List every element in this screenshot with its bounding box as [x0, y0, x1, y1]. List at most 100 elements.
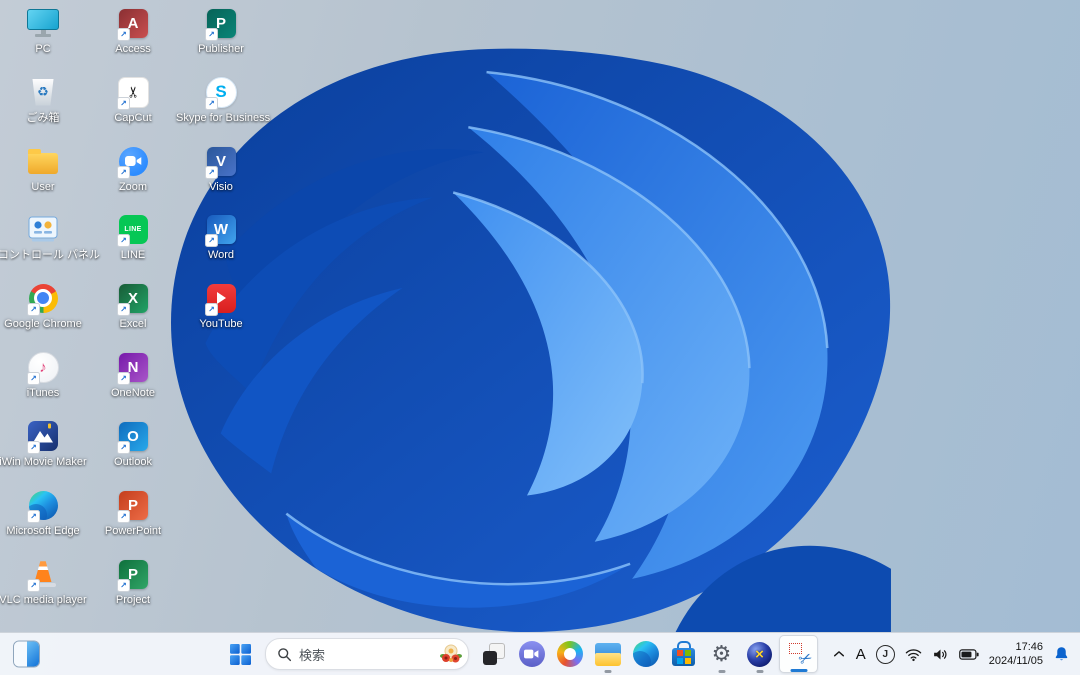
- shortcut-arrow-icon: ↗: [117, 579, 130, 592]
- wifi-icon[interactable]: [905, 647, 922, 662]
- search-box[interactable]: 検索: [265, 638, 469, 670]
- line-icon: LINE ↗: [88, 212, 178, 247]
- desktop-icon-visio[interactable]: V ↗ Visio: [176, 144, 266, 194]
- desktop-icon-itunes[interactable]: ♪ ↗ iTunes: [0, 350, 88, 400]
- taskbar-pinned-apps: ⚙ × ✂: [475, 634, 818, 674]
- recycle-bin-icon: ♻: [0, 75, 88, 109]
- taskbar-app-microsoft-store[interactable]: [665, 634, 702, 674]
- taskbar-app-microsoft-edge[interactable]: [627, 634, 664, 674]
- tray-overflow-chevron[interactable]: [832, 648, 846, 660]
- shortcut-arrow-icon: ↗: [205, 28, 218, 41]
- taskbar-app-chat[interactable]: [513, 634, 550, 674]
- shortcut-arrow-icon: ↗: [117, 441, 130, 454]
- desktop-icon-recycle-bin[interactable]: ♻ ごみ箱: [0, 75, 88, 125]
- desktop-icon-user-folder[interactable]: User: [0, 144, 88, 194]
- desktop-icon-label: Microsoft Edge: [6, 525, 80, 537]
- ime-mode-indicator[interactable]: A: [856, 646, 866, 663]
- user-folder-icon: [0, 144, 88, 178]
- desktop-icon-control-panel[interactable]: コントロール パネル: [0, 212, 101, 262]
- desktop-icon-win-movie-maker[interactable]: ↗ iWin Movie Maker: [0, 419, 88, 469]
- clock[interactable]: 17:46 2024/11/05: [989, 640, 1043, 669]
- shortcut-arrow-icon: ↗: [205, 97, 218, 110]
- desktop-icon-label: iTunes: [26, 387, 60, 399]
- pc-icon: [0, 6, 88, 40]
- system-tray: A J 17:46 2024/11/05: [832, 633, 1076, 675]
- widgets-button[interactable]: [13, 640, 40, 668]
- search-placeholder: 検索: [299, 647, 326, 663]
- desktop-icon-outlook[interactable]: O ↗ Outlook: [88, 419, 178, 469]
- publisher-icon: P ↗: [176, 6, 266, 41]
- access-icon: A ↗: [88, 6, 178, 41]
- shortcut-arrow-icon: ↗: [117, 166, 130, 179]
- taskbar-app-task-view[interactable]: [475, 634, 512, 674]
- desktop-icon-label: CapCut: [114, 112, 152, 124]
- shortcut-arrow-icon: ↗: [27, 441, 40, 454]
- desktop-icon-google-chrome[interactable]: ↗ Google Chrome: [0, 281, 88, 331]
- clock-time: 17:46: [1015, 640, 1043, 653]
- zoom-icon: ↗: [88, 144, 178, 179]
- shortcut-arrow-icon: ↗: [205, 303, 218, 316]
- desktop-icon-project[interactable]: P ↗ Project: [88, 557, 178, 607]
- desktop-icon-label: PowerPoint: [104, 525, 162, 537]
- shortcut-arrow-icon: ↗: [27, 579, 40, 592]
- desktop-icon-word[interactable]: W ↗ Word: [176, 212, 266, 262]
- desktop-icon-pc[interactable]: PC: [0, 6, 88, 56]
- taskbar-app-file-explorer[interactable]: [589, 634, 626, 674]
- desktop-icon-onenote[interactable]: N ↗ OneNote: [88, 350, 178, 400]
- google-chrome-icon: ↗: [0, 281, 88, 316]
- running-indicator: [604, 670, 611, 673]
- shortcut-arrow-icon: ↗: [205, 234, 218, 247]
- desktop-icon-label: Project: [115, 594, 151, 606]
- taskbar: 検索 ⚙ × ✂ A J 17:46 2024/11/05: [0, 632, 1080, 675]
- desktop-icon-label: YouTube: [199, 318, 243, 330]
- vlc-media-player-icon: ↗: [0, 557, 88, 592]
- desktop-icon-capcut[interactable]: ✂ ↗ CapCut: [88, 75, 178, 125]
- desktop-icon-youtube[interactable]: ↗ YouTube: [176, 281, 266, 331]
- volume-icon[interactable]: [932, 647, 949, 662]
- snipping-tool-icon: ✂: [786, 641, 816, 670]
- chat-icon: [518, 641, 545, 667]
- desktop: PC A ↗ Access P ↗ Publisher ♻ ごみ箱 ✂ ↗ CapCut S ↗ Skype…: [0, 0, 1080, 675]
- desktop-icon-zoom[interactable]: ↗ Zoom: [88, 144, 178, 194]
- desktop-icon-label: Publisher: [198, 43, 244, 55]
- visio-icon: V ↗: [176, 144, 266, 179]
- desktop-icon-line[interactable]: LINE ↗ LINE: [88, 212, 178, 262]
- search-seasonal-flowers-icon: [440, 644, 462, 663]
- taskbar-app-x-app[interactable]: ×: [741, 634, 778, 674]
- word-icon: W ↗: [176, 212, 266, 247]
- desktop-icon-powerpoint[interactable]: P ↗ PowerPoint: [88, 488, 178, 538]
- desktop-icon-label: PC: [35, 43, 51, 55]
- clock-date: 2024/11/05: [988, 655, 1043, 667]
- capcut-icon: ✂ ↗: [88, 75, 178, 110]
- shortcut-arrow-icon: ↗: [27, 372, 40, 385]
- taskbar-app-snipping-tool[interactable]: ✂: [779, 635, 818, 673]
- desktop-icon-access[interactable]: A ↗ Access: [88, 6, 178, 56]
- desktop-icon-skype-for-business[interactable]: S ↗ Skype for Business: [176, 75, 271, 125]
- shortcut-arrow-icon: ↗: [117, 510, 130, 523]
- project-icon: P ↗: [88, 557, 178, 592]
- desktop-icon-label: Excel: [119, 318, 147, 330]
- tray-app-j-icon[interactable]: J: [875, 644, 895, 664]
- settings-gear-icon: ⚙: [711, 641, 732, 666]
- running-indicator: [718, 670, 725, 673]
- desktop-icon-label: Visio: [209, 181, 233, 193]
- notification-bell-icon[interactable]: [1053, 645, 1070, 663]
- taskbar-app-settings[interactable]: ⚙: [703, 634, 740, 674]
- active-indicator: [790, 669, 807, 672]
- desktop-icon-excel[interactable]: X ↗ Excel: [88, 281, 178, 331]
- desktop-icon-label: Google Chrome: [4, 318, 82, 330]
- file-explorer-icon: [594, 642, 621, 666]
- desktop-icon-label: Skype for Business: [176, 112, 271, 124]
- start-button[interactable]: [221, 634, 259, 674]
- shortcut-arrow-icon: ↗: [117, 97, 130, 110]
- desktop-icon-publisher[interactable]: P ↗ Publisher: [176, 6, 266, 56]
- shortcut-arrow-icon: ↗: [117, 28, 130, 41]
- desktop-icon-label: LINE: [120, 249, 146, 261]
- battery-icon[interactable]: [958, 648, 979, 661]
- windows-logo-icon: [229, 643, 251, 665]
- desktop-icon-label: コントロール パネル: [0, 249, 101, 261]
- taskbar-app-copilot[interactable]: [551, 634, 588, 674]
- desktop-icon-vlc-media-player[interactable]: ↗ VLC media player: [0, 557, 88, 607]
- desktop-icon-microsoft-edge[interactable]: ↗ Microsoft Edge: [0, 488, 88, 538]
- desktop-icon-label: Access: [115, 43, 151, 55]
